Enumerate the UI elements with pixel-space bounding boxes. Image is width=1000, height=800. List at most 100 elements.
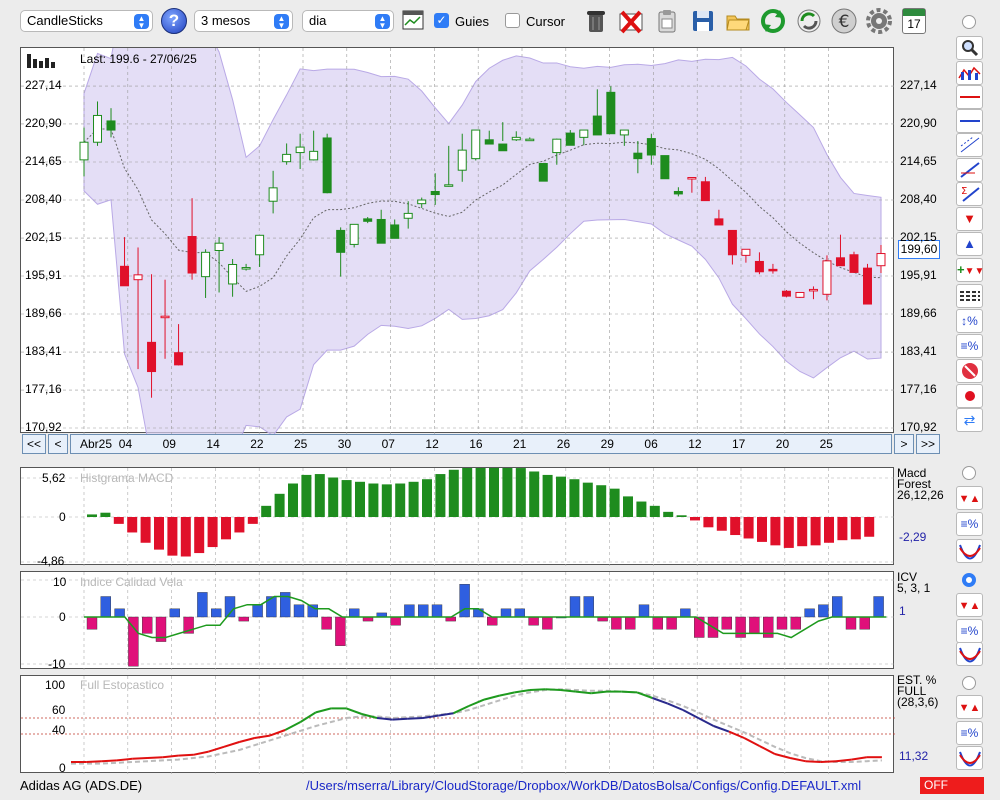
macd-bar (261, 505, 272, 517)
macd-bar (368, 483, 379, 517)
macd-bar (247, 517, 258, 524)
icv-title: Indice Calidad Vela (80, 575, 183, 589)
stoch-k-segment (560, 689, 577, 693)
guides-checkbox[interactable]: ✓ (434, 13, 449, 28)
vertical-scale-button[interactable]: ↕% (956, 309, 983, 333)
icv-signal-button[interactable]: ▼▲ (956, 593, 983, 617)
macd-bar (314, 474, 325, 517)
candle-body (727, 229, 737, 256)
macd-bar (167, 517, 178, 556)
delete-chart-icon[interactable] (618, 8, 644, 34)
stoch-curve-button[interactable] (956, 746, 983, 770)
candle-body (498, 143, 508, 152)
icv-panel-radio[interactable] (962, 573, 976, 587)
red-line-button[interactable] (956, 85, 983, 109)
date-tick: 12 (425, 437, 439, 451)
buy-signal-button[interactable]: ▲ (956, 232, 983, 256)
macd-bar (408, 481, 419, 517)
macd-panel-radio[interactable] (962, 466, 976, 480)
sync-icon[interactable] (796, 8, 822, 34)
fibonacci-tool-button[interactable]: Σ (956, 182, 983, 206)
candle-body (606, 91, 616, 135)
stoch-k-segment (713, 725, 730, 733)
config-path[interactable]: /Users/mserra/Library/CloudStorage/Dropb… (306, 778, 861, 793)
price-chart-panel[interactable] (20, 47, 895, 434)
macd-bar (288, 483, 298, 517)
chart-window-icon[interactable] (402, 10, 424, 30)
price-tick-right: 202,15 (900, 230, 937, 245)
open-folder-icon[interactable] (725, 8, 751, 34)
macd-value: -2,29 (899, 530, 927, 544)
macd-scale-button[interactable]: ≡% (956, 512, 983, 536)
blue-line-button[interactable] (956, 109, 983, 133)
calendar-icon[interactable]: 17 (902, 8, 926, 34)
refresh-icon[interactable] (760, 8, 786, 34)
clipboard-icon[interactable] (654, 8, 680, 34)
sell-signal-button[interactable]: ▼ (956, 207, 983, 231)
price-chart[interactable] (21, 48, 895, 434)
icv-bar (569, 596, 581, 618)
icv-bar (418, 604, 429, 618)
first-page-button[interactable]: << (22, 434, 46, 454)
next-page-button[interactable]: > (894, 434, 914, 454)
channel-tool-button[interactable] (956, 133, 983, 157)
zoom-button[interactable] (956, 36, 983, 60)
stoch-signal-button[interactable]: ▼▲ (956, 695, 983, 719)
candle-body (687, 177, 697, 180)
swap-button[interactable]: ⇄ (956, 408, 983, 432)
candle-body (822, 260, 832, 295)
main-panel-radio[interactable] (962, 15, 976, 29)
icv-scale-button[interactable]: ≡% (956, 619, 983, 643)
icv-bar (652, 616, 663, 630)
chevron-updown-icon: ▲ ▼ (375, 14, 390, 30)
prev-page-button[interactable]: < (48, 434, 68, 454)
candle-body (579, 129, 589, 138)
icv-bar (335, 616, 346, 646)
stop-button[interactable] (956, 359, 983, 383)
icv-bar (832, 596, 843, 618)
macd-bar (542, 474, 553, 517)
macd-bar (221, 517, 231, 540)
date-tick: 16 (469, 437, 483, 451)
cursor-label: Cursor (526, 14, 566, 29)
chart-style-button[interactable] (956, 61, 983, 85)
status-indicator[interactable]: OFF (920, 777, 984, 794)
save-icon[interactable] (690, 8, 716, 34)
candle-body (660, 155, 670, 180)
icv-bar (390, 616, 401, 626)
macd-curve-button[interactable] (956, 539, 983, 563)
help-icon[interactable]: ? (161, 8, 187, 34)
arrows-red-icon: ▼▼ (964, 266, 985, 277)
interval-select[interactable]: dia ▲ ▼ (302, 10, 394, 32)
stoch-k-segment (284, 721, 301, 731)
record-button[interactable] (956, 384, 983, 408)
macd-signal-button[interactable]: ▼▲ (956, 486, 983, 510)
icv-curve-button[interactable] (956, 642, 983, 666)
trash-icon[interactable] (583, 8, 609, 34)
stoch-k-segment (621, 690, 638, 694)
candle-body (106, 120, 116, 131)
stochastic-panel-radio[interactable] (962, 676, 976, 690)
icv-bar (431, 604, 443, 618)
macd-bar (448, 469, 459, 517)
grid-lines-button[interactable] (956, 284, 983, 308)
percent-scale-button[interactable]: ≡% (956, 334, 983, 358)
stoch-scale-button[interactable]: ≡% (956, 721, 983, 745)
price-tick-right: 189,66 (900, 306, 937, 320)
stoch-k-segment (178, 753, 194, 757)
macd-params: 26,12,26 (897, 488, 944, 502)
add-signals-button[interactable]: +▼▼ (956, 258, 985, 282)
candle-body (714, 218, 724, 226)
cursor-checkbox[interactable] (505, 13, 520, 28)
stoch-k-segment (254, 734, 271, 739)
gear-icon[interactable] (866, 8, 892, 34)
candle-body (309, 150, 319, 161)
macd-bar (140, 517, 151, 543)
date-tick: 26 (556, 437, 571, 451)
last-page-button[interactable]: >> (916, 434, 940, 454)
chart-type-select[interactable]: CandleSticks ▲ ▼ (20, 10, 153, 32)
price-tick-right: 183,41 (900, 344, 937, 359)
trendline-tool-button[interactable] (956, 158, 983, 182)
period-select[interactable]: 3 mesos ▲ ▼ (194, 10, 293, 32)
euro-icon[interactable]: € (831, 8, 857, 34)
